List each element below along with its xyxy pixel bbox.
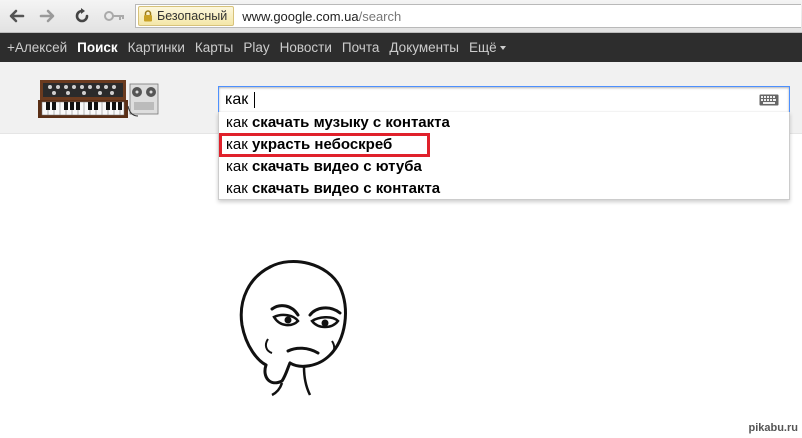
- browser-toolbar: Безопасный www.google.com.ua/search: [0, 0, 802, 33]
- google-bar: +Алексей Поиск Картинки Карты Play Новос…: [0, 33, 802, 62]
- gbar-news-link[interactable]: Новости: [275, 40, 337, 55]
- keyboard-icon[interactable]: [759, 94, 779, 106]
- url-host: www.google.com.ua: [242, 8, 359, 24]
- key-icon: [104, 11, 124, 21]
- text-caret: [254, 92, 255, 108]
- search-input[interactable]: [225, 89, 745, 110]
- address-bar[interactable]: Безопасный www.google.com.ua/search: [135, 4, 801, 28]
- security-label: Безопасный: [157, 9, 228, 23]
- gbar-images-link[interactable]: Картинки: [123, 40, 190, 55]
- reload-button[interactable]: [70, 4, 94, 28]
- suggestion-completion: скачать видео с контакта: [251, 180, 441, 197]
- gbar-search-link[interactable]: Поиск: [72, 40, 123, 55]
- gbar-docs-link[interactable]: Документы: [384, 40, 464, 55]
- reload-icon: [75, 8, 89, 23]
- rage-face-drawing: [239, 259, 347, 397]
- back-arrow-icon: [9, 9, 25, 23]
- url-text[interactable]: www.google.com.ua/search: [242, 9, 401, 24]
- gbar-play-link[interactable]: Play: [238, 40, 274, 55]
- suggestion-item[interactable]: как скачать музыку с контакта: [219, 112, 789, 134]
- gbar-more-label: Ещё: [468, 40, 497, 55]
- gbar-more-menu[interactable]: Ещё: [464, 40, 511, 55]
- url-path: /search: [358, 8, 402, 24]
- suggestion-prefix: как: [226, 114, 248, 131]
- suggestion-item[interactable]: как скачать видео с ютуба: [219, 156, 789, 178]
- watermark-text: pikabu.ru: [748, 422, 798, 434]
- suggestion-completion: скачать музыку с контакта: [251, 114, 450, 131]
- gbar-profile-link[interactable]: +Алексей: [0, 40, 72, 55]
- red-highlight-frame: [219, 133, 430, 157]
- search-box[interactable]: [218, 86, 790, 113]
- back-button[interactable]: [5, 4, 29, 28]
- suggestion-item[interactable]: как скачать видео с контакта: [219, 178, 789, 200]
- forward-button[interactable]: [35, 4, 59, 28]
- forward-arrow-icon: [39, 9, 55, 23]
- suggestion-prefix: как: [226, 158, 248, 175]
- key-button[interactable]: [103, 4, 127, 28]
- gbar-maps-link[interactable]: Карты: [190, 40, 238, 55]
- chevron-down-icon: [499, 46, 506, 51]
- lock-icon: [144, 10, 152, 22]
- suggestion-prefix: как: [226, 180, 248, 197]
- security-badge[interactable]: Безопасный: [138, 6, 235, 26]
- suggestion-completion: скачать видео с ютуба: [251, 158, 422, 175]
- gbar-mail-link[interactable]: Почта: [337, 40, 385, 55]
- synthesizer-doodle-icon[interactable]: [38, 76, 160, 122]
